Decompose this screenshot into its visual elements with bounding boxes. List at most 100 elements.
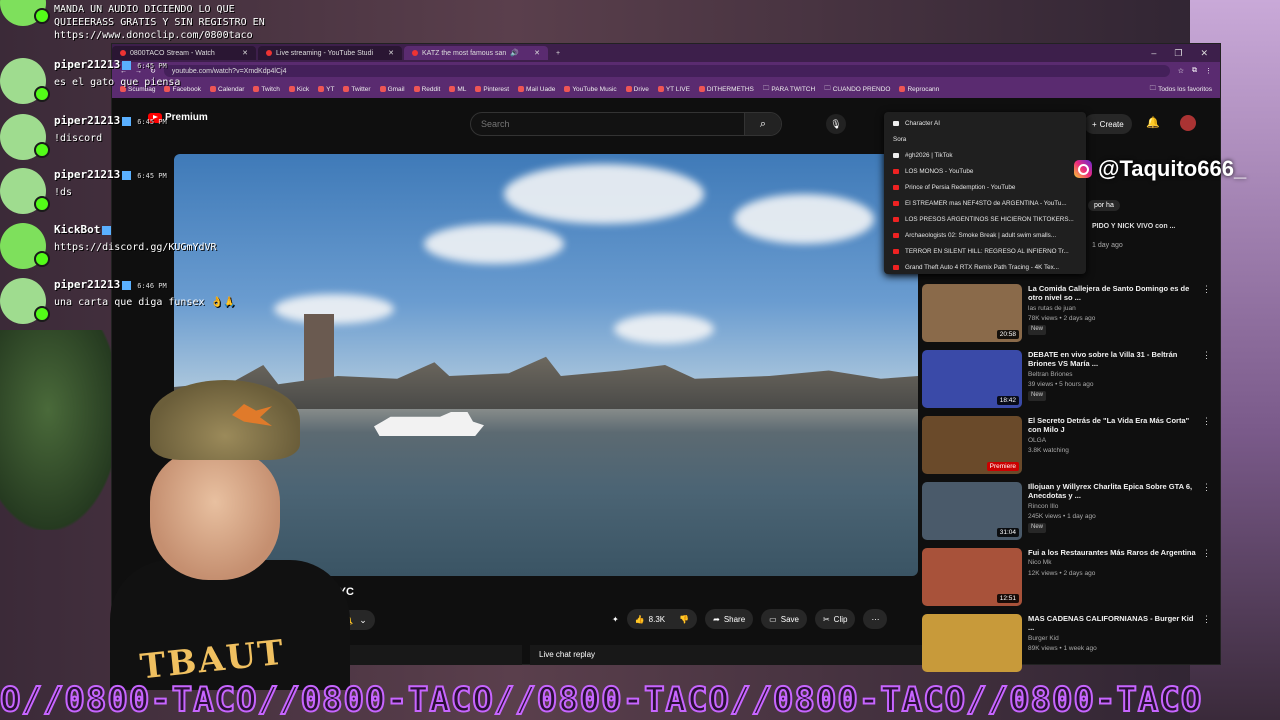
menu-icon[interactable]: ⋮ — [1205, 67, 1212, 75]
like-button[interactable]: 👍 8.3K 👎 — [626, 609, 698, 629]
dropdown-item[interactable]: #gh2026 | TikTok — [884, 147, 1086, 163]
bookmark-item[interactable]: Reprocann — [899, 86, 939, 93]
character-ai-icon — [893, 120, 899, 126]
bookmark-item[interactable]: Reddit — [413, 86, 440, 93]
bookmark-item[interactable]: Gmail — [379, 86, 405, 93]
dropdown-item[interactable]: LOS PRESOS ARGENTINOS SE HICIERON TIKTOK… — [884, 211, 1086, 227]
address-bar[interactable]: youtube.com/watch?v=XmdKdp4lCj4 — [163, 65, 1170, 77]
video-thumbnail[interactable]: 31:04 — [922, 482, 1022, 540]
microphone-icon[interactable]: 🎙 — [826, 114, 846, 134]
chat-username: KickBot — [54, 223, 217, 236]
rec-title: El Secreto Detrás de "La Vida Era Más Co… — [1028, 416, 1190, 435]
search-icon[interactable]: ⌕ — [744, 113, 781, 135]
account-avatar[interactable] — [1180, 115, 1196, 131]
bookmark-icon — [625, 86, 632, 92]
tab-label: Live streaming - YouTube Studi — [276, 49, 374, 57]
bookmark-item[interactable]: Kick — [288, 86, 309, 93]
tab-2[interactable]: KATZ the most famous san 🔊 ✕ — [404, 46, 548, 60]
chat-message: MANDA UN AUDIO DICIENDO LO QUE QUIEEERAS… — [0, 0, 265, 41]
bookmark-folder[interactable]: 🗀 CUANDO PRENDO — [824, 84, 890, 95]
bookmark-folder-dropdown: Character AI Sora #gh2026 | TikTok LOS M… — [884, 112, 1086, 274]
verified-badge-icon — [34, 86, 50, 102]
partial-recommendation[interactable]: PIDO Y NICK VIVO con ... 1 day ago — [1092, 222, 1210, 250]
bookmark-item[interactable]: YT — [318, 86, 334, 93]
youtube-icon — [893, 168, 899, 174]
bookmark-item[interactable]: Drive — [625, 86, 649, 93]
chat-message: piper21213 6:45 PM es el gato que piensa — [0, 58, 180, 104]
more-vert-icon[interactable]: ⋮ — [1202, 482, 1212, 548]
rec-stats: 78K views • 2 days ago — [1028, 314, 1096, 322]
recommendation-item[interactable]: 31:04 Illojuan y Willyrex Charlita Epica… — [922, 482, 1212, 548]
video-thumbnail[interactable]: 12:51 — [922, 548, 1022, 606]
extensions-icon[interactable]: ⧉ — [1192, 67, 1197, 75]
bookmark-item[interactable]: Calendar — [210, 86, 244, 93]
premiere-badge: Premiere — [986, 462, 1019, 471]
tab-1[interactable]: Live streaming - YouTube Studi ✕ — [258, 46, 402, 60]
video-thumbnail[interactable] — [922, 614, 1022, 672]
bookmark-item[interactable]: Twitch — [253, 86, 280, 93]
notifications-bell-icon[interactable]: 🔔 — [1146, 116, 1160, 129]
search-input[interactable] — [471, 118, 744, 130]
thumbs-down-icon[interactable]: 👎 — [679, 615, 689, 624]
share-button[interactable]: ➦ Share — [705, 609, 754, 629]
recommendation-item[interactable]: 12:51 Fui a los Restaurantes Más Raros d… — [922, 548, 1212, 614]
address-bar-row: ← → ↻ youtube.com/watch?v=XmdKdp4lCj4 ☆ … — [112, 62, 1220, 80]
bookmark-item[interactable]: Pinterest — [475, 86, 509, 93]
save-button[interactable]: ▭ Save — [761, 609, 807, 629]
maximize-icon[interactable]: ❐ — [1174, 48, 1182, 59]
bookmark-item[interactable]: YouTube Music — [564, 86, 617, 93]
more-vert-icon[interactable]: ⋮ — [1202, 614, 1212, 680]
bookmark-item[interactable]: Mail Uade — [518, 86, 555, 93]
close-icon[interactable]: ✕ — [534, 49, 540, 57]
dropdown-item[interactable]: LOS MONOS - YouTube — [884, 163, 1086, 179]
bookmark-star-icon[interactable]: ☆ — [1178, 67, 1184, 75]
tab-strip: 0800TACO Stream - Watch ✕ Live streaming … — [112, 44, 1220, 62]
video-thumbnail[interactable]: 18:42 — [922, 350, 1022, 408]
mod-badge-icon — [122, 116, 132, 126]
bookmark-icon — [379, 86, 386, 92]
dropdown-item[interactable]: Archaeologists 02: Smoke Break | adult s… — [884, 227, 1086, 243]
video-thumbnail[interactable]: Premiere — [922, 416, 1022, 474]
close-icon[interactable]: ✕ — [388, 49, 394, 57]
all-bookmarks[interactable]: 🗀 Todos los favoritos — [1150, 84, 1212, 95]
new-badge: New — [1028, 325, 1047, 335]
bookmark-icon — [698, 86, 705, 92]
bookmark-item[interactable]: ML — [449, 86, 466, 93]
minimize-icon[interactable]: – — [1151, 48, 1156, 59]
filter-chip[interactable]: por ha — [1088, 200, 1120, 211]
duration-badge: 20:58 — [996, 330, 1019, 339]
more-vert-icon[interactable]: ⋮ — [1202, 350, 1212, 416]
recommendation-item[interactable]: MAS CADENAS CALIFORNIANAS - Burger Kid .… — [922, 614, 1212, 680]
recommendation-item[interactable]: 20:58 La Comida Callejera de Santo Domin… — [922, 284, 1212, 350]
live-chat-replay-bar[interactable]: Live chat replay — [530, 645, 929, 665]
more-vert-icon[interactable]: ⋮ — [1202, 416, 1212, 482]
dropdown-item[interactable]: TERROR EN SILENT HILL: REGRESO AL INFIER… — [884, 243, 1086, 259]
rec-meta: 1 day ago — [1092, 242, 1123, 250]
more-vert-icon[interactable]: ⋮ — [1202, 284, 1212, 350]
bookmark-item[interactable]: YT LIVE — [657, 86, 690, 93]
dropdown-item[interactable]: Sora — [884, 131, 1086, 147]
bookmark-item[interactable]: Twitter — [343, 86, 371, 93]
clip-button[interactable]: ✂ Clip — [814, 609, 856, 629]
dropdown-item[interactable]: Grand Theft Auto 4 RTX Remix Path Tracin… — [884, 259, 1086, 275]
audio-icon[interactable]: 🔊 — [510, 49, 519, 57]
youtube-icon — [893, 216, 899, 222]
video-thumbnail[interactable]: 20:58 — [922, 284, 1022, 342]
recommendation-item[interactable]: Premiere El Secreto Detrás de "La Vida E… — [922, 416, 1212, 482]
dropdown-item[interactable]: Prince of Persia Redemption - YouTube — [884, 179, 1086, 195]
bookmark-item[interactable]: DITHERMETHS — [698, 86, 754, 93]
close-icon[interactable]: ✕ — [242, 49, 248, 57]
more-actions-button[interactable]: ⋯ — [863, 609, 888, 629]
chat-message: piper21213 6:45 PM !ds — [0, 168, 167, 214]
extension-icon[interactable]: ✦ — [612, 615, 619, 624]
close-window-icon[interactable]: ✕ — [1200, 48, 1208, 59]
dropdown-item[interactable]: Character AI — [884, 115, 1086, 131]
more-vert-icon[interactable]: ⋮ — [1202, 548, 1212, 614]
dropdown-item[interactable]: El STREAMER mas NEF4STO de ARGENTINA - Y… — [884, 195, 1086, 211]
save-icon: ▭ — [769, 614, 777, 624]
new-tab-icon[interactable]: + — [550, 50, 566, 57]
recommendation-item[interactable]: 18:42 DEBATE en vivo sobre la Villa 31 -… — [922, 350, 1212, 416]
bookmark-icon — [318, 86, 325, 92]
create-button[interactable]: + Create — [1084, 114, 1132, 134]
bookmark-folder-para-twitch[interactable]: 🗀 PARA TWITCH — [763, 84, 815, 95]
